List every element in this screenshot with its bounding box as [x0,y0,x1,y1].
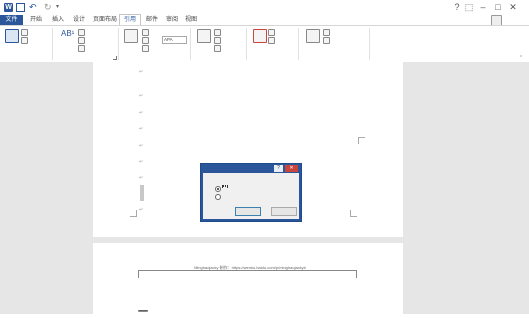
customize-qat-icon[interactable]: ▾ [56,3,65,12]
help-button[interactable]: ? [451,2,463,13]
update-toc-dialog: ? ✕ [200,163,302,222]
title-bar: W ↶ ↻ ▾ ? ⬚ – □ ✕ [0,0,529,15]
group-label-index [246,55,298,61]
group-divider [369,28,370,60]
insert-endnote-icon[interactable] [78,29,85,36]
bibliography-icon[interactable] [142,45,149,52]
paragraph-mark: ↵ [139,175,144,181]
maximize-button[interactable]: □ [492,2,504,13]
insert-citation-icon[interactable] [124,29,138,43]
update-toa-icon [323,37,330,44]
close-button[interactable]: ✕ [507,2,519,13]
style-icon [142,37,149,44]
insert-caption-icon[interactable] [197,29,211,43]
header-rule [356,270,357,278]
insert-index-icon[interactable] [268,29,275,36]
dialog-body [203,173,299,219]
tab-mailings[interactable]: 邮件 [146,15,158,25]
mark-citation-icon[interactable] [306,29,320,43]
dialog-launcher-icon[interactable] [113,56,117,60]
minimize-button[interactable]: – [477,2,489,13]
tab-references[interactable]: 引用 [119,14,141,25]
insert-toa-icon[interactable] [323,29,330,36]
update-table-icon[interactable] [21,37,28,44]
header-rule [138,270,139,278]
dialog-help-button[interactable]: ? [274,165,283,172]
word-logo-icon: W [4,3,13,12]
tab-insert[interactable]: 插入 [52,15,64,25]
add-text-icon[interactable] [21,29,28,36]
paragraph-mark: ↵ [139,69,144,75]
tab-review[interactable]: 审阅 [166,15,178,25]
save-icon[interactable] [16,3,25,12]
tab-page-layout[interactable]: 页面布局 [93,15,117,25]
crop-mark [350,210,357,217]
group-label-toc [0,55,52,61]
window-title [150,3,380,12]
update-page-numbers-radio[interactable] [215,186,221,192]
paragraph-mark: ↵ [139,126,144,132]
paragraph-mark: ↵ [139,143,144,149]
update-entire-table-radio[interactable] [215,194,221,200]
paragraph-mark: ↵ [139,93,144,99]
insert-footnote-icon[interactable]: AB¹ [61,29,74,39]
ribbon-tab-bar: 文件 开始 插入 设计 页面布局 引用 邮件 审阅 视图 [0,14,529,26]
paragraph-mark: ↵ [139,207,144,213]
tab-home[interactable]: 开始 [30,15,42,25]
insert-table-of-figures-icon[interactable] [214,29,221,36]
update-table-icon [214,37,221,44]
collapse-ribbon-icon[interactable]: ⌃ [519,55,523,61]
crop-mark [358,137,365,144]
ribbon-display-options-button[interactable]: ⬚ [463,2,475,13]
ribbon-references: AB¹ APA ⌃ [0,25,529,63]
dialog-close-button[interactable]: ✕ [285,165,298,172]
undo-icon[interactable]: ↶ [29,3,38,12]
group-label-authorities [298,55,368,61]
citation-style-select[interactable]: APA [162,36,187,44]
cancel-button[interactable] [271,207,297,216]
paragraph-mark: ↵ [139,159,144,165]
update-index-icon [268,37,275,44]
redo-icon[interactable]: ↻ [44,3,53,12]
paragraph-mark: ↵ [139,110,144,116]
update-page-numbers-label[interactable] [222,185,228,187]
toc-icon[interactable] [5,29,19,43]
text-cursor-selection [140,185,144,201]
tab-design[interactable]: 设计 [73,15,85,25]
next-footnote-icon[interactable] [78,37,85,44]
crop-mark [130,210,137,217]
header-rule [138,270,356,271]
dialog-prompt [207,177,295,182]
manage-sources-icon[interactable] [142,29,149,36]
document-heading: 一 [138,307,148,318]
show-notes-icon [78,45,85,52]
ok-button[interactable] [235,207,261,216]
group-label-footnotes [52,55,117,61]
cross-reference-icon[interactable] [214,45,221,52]
group-label-captions [190,55,245,61]
tab-file[interactable]: 文件 [0,15,23,25]
group-label-citations [118,55,190,61]
mark-entry-icon[interactable] [253,29,267,43]
tab-view[interactable]: 视图 [185,15,197,25]
